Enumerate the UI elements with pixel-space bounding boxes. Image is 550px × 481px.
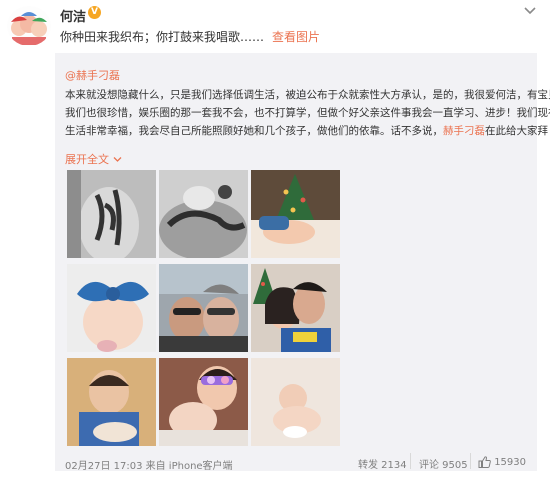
expand-label: 展开全文 bbox=[65, 153, 109, 166]
post-text: 你种田来我织布；你打鼓来我唱歌…… 查看图片 bbox=[60, 28, 320, 45]
post-content: 你种田来我织布；你打鼓来我唱歌…… bbox=[60, 30, 265, 44]
repost-body: 本来就没想隐藏什么，只是我们选择低调生活，被迫公布于众就索性大方承认，是的，我很… bbox=[65, 86, 550, 140]
mention-link[interactable]: 赫手刁磊 bbox=[443, 125, 485, 137]
comment-button[interactable]: 评论 9505 bbox=[419, 456, 468, 471]
photo-thumbnail[interactable] bbox=[67, 170, 156, 258]
photo-thumbnail[interactable] bbox=[251, 170, 340, 258]
like-count: 15930 bbox=[494, 457, 526, 468]
thumbs-up-icon bbox=[478, 456, 491, 468]
photo-thumbnail[interactable] bbox=[67, 264, 156, 352]
expand-full-text-link[interactable]: 展开全文 bbox=[65, 151, 122, 167]
repost-author-link[interactable]: @赫手刁磊 bbox=[65, 67, 120, 83]
photo-thumbnail[interactable] bbox=[251, 358, 340, 446]
divider bbox=[470, 453, 471, 469]
repost-line-tail: 在此给大家拜 bbox=[485, 125, 548, 137]
photo-thumbnail[interactable] bbox=[159, 358, 248, 446]
like-button[interactable]: 15930 bbox=[478, 456, 526, 468]
view-images-link[interactable]: 查看图片 bbox=[272, 30, 320, 44]
post-meta-time-source: 02月27日 17:03 来自 iPhone客户端 bbox=[65, 461, 233, 472]
photo-thumbnail[interactable] bbox=[159, 170, 248, 258]
repost-line: 生活非常幸福，我会尽自己所能照顾好她和几个孩子，做他们的依靠。话不多说，赫手刁磊… bbox=[65, 122, 548, 140]
username[interactable]: 何洁 bbox=[60, 6, 86, 25]
repost-line: 本来就没想隐藏什么，只是我们选择低调生活，被迫公布于众就索性大方承认，是的，我很… bbox=[65, 89, 550, 101]
photo-grid bbox=[67, 170, 341, 446]
repost-button[interactable]: 转发 2134 bbox=[358, 456, 407, 471]
photo-thumbnail[interactable] bbox=[67, 358, 156, 446]
weibo-post-card: 何洁 V 你种田来我织布；你打鼓来我唱歌…… 查看图片 @赫手刁磊 本来就没想隐藏… bbox=[0, 0, 550, 481]
chevron-down-icon bbox=[113, 157, 121, 162]
repost-line: 我们也很珍惜，娱乐圈的那一套我不会，也不打算学，但做个好父亲这件事我会一直学习、… bbox=[65, 107, 550, 119]
repost-line-text: 生活非常幸福，我会尽自己所能照顾好她和几个孩子，做他们的依靠。话不多说， bbox=[65, 125, 443, 137]
divider bbox=[410, 453, 411, 469]
photo-thumbnail[interactable] bbox=[159, 264, 248, 352]
photo-thumbnail[interactable] bbox=[251, 264, 340, 352]
verified-badge-icon: V bbox=[88, 6, 101, 19]
user-avatar[interactable] bbox=[7, 6, 51, 46]
chevron-down-icon[interactable] bbox=[523, 6, 537, 16]
